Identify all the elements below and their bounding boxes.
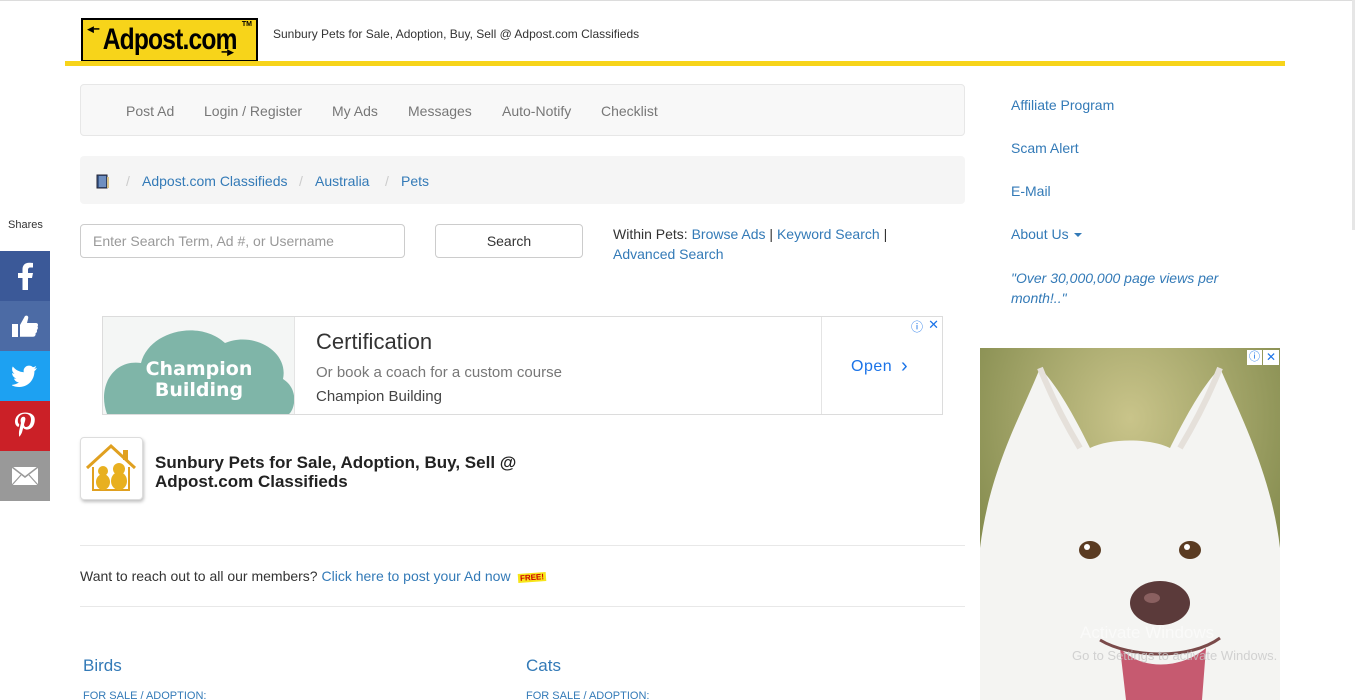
category-cats[interactable]: Cats (526, 656, 561, 676)
pinterest-icon (15, 412, 35, 437)
breadcrumb-pets[interactable]: Pets (401, 173, 429, 189)
ad-close-icon[interactable]: ✕ (928, 317, 939, 333)
twitter-share-button[interactable] (0, 351, 50, 401)
category-cats-sub[interactable]: FOR SALE / ADOPTION: (526, 690, 649, 700)
category-birds-sub[interactable]: FOR SALE / ADOPTION: (83, 690, 206, 700)
breadcrumb-separator: / (299, 173, 303, 189)
search-button[interactable]: Search (435, 224, 583, 258)
facebook-share-button[interactable] (0, 251, 50, 301)
twitter-icon (12, 365, 37, 387)
link-separator: | (769, 226, 774, 242)
logo-arrow-left-icon: ◀━ (87, 24, 100, 34)
nav-my-ads[interactable]: My Ads (332, 103, 378, 119)
affiliate-program-link[interactable]: Affiliate Program (1011, 97, 1114, 113)
nav-login-register[interactable]: Login / Register (204, 103, 302, 119)
breadcrumb-australia[interactable]: Australia (315, 173, 369, 189)
about-us-dropdown[interactable]: About Us (1011, 226, 1082, 242)
ad-title[interactable]: Certification (316, 329, 432, 355)
divider (80, 545, 965, 546)
ad-subtitle: Or book a coach for a custom course (316, 364, 562, 381)
logo-trademark: TM (241, 21, 252, 28)
browse-ads-link[interactable]: Browse Ads (692, 226, 766, 242)
window-top-border (0, 0, 1355, 3)
thumbs-up-icon (12, 315, 38, 337)
divider (80, 606, 965, 607)
ad-open-button[interactable]: Open (851, 358, 892, 376)
email-link[interactable]: E-Mail (1011, 183, 1051, 199)
reach-text: Want to reach out to all our members? (80, 568, 318, 584)
envelope-icon (11, 466, 39, 486)
dog-ad-info-icon[interactable]: ⓘ (1247, 350, 1262, 365)
header-tagline: Sunbury Pets for Sale, Adoption, Buy, Se… (273, 27, 640, 41)
nav-checklist[interactable]: Checklist (601, 103, 658, 119)
breadcrumb-separator: / (126, 173, 130, 189)
email-share-button[interactable] (0, 451, 50, 501)
house-pets-icon (85, 443, 137, 491)
search-input[interactable] (80, 224, 405, 258)
like-button[interactable] (0, 301, 50, 351)
header-divider (65, 61, 1285, 66)
logo-text: Adpost.com (102, 23, 238, 56)
within-pets-links: Within Pets: Browse Ads | Keyword Search… (613, 224, 943, 264)
keyword-search-link[interactable]: Keyword Search (777, 226, 880, 242)
nav-post-ad[interactable]: Post Ad (126, 103, 174, 119)
chevron-right-icon[interactable]: › (901, 355, 908, 378)
breadcrumb: / Adpost.com Classifieds / Australia / P… (80, 156, 965, 204)
category-birds[interactable]: Birds (83, 656, 122, 676)
pets-category-icon (80, 437, 143, 500)
cloud-logo-icon: Champion Building (103, 317, 294, 414)
about-us-label: About Us (1011, 226, 1069, 242)
ad-brand: Champion Building (316, 388, 442, 405)
post-ad-link[interactable]: Click here to post your Ad now (321, 568, 510, 584)
breadcrumb-adpost-classifieds[interactable]: Adpost.com Classifieds (142, 173, 288, 189)
advanced-search-link[interactable]: Advanced Search (613, 246, 724, 262)
ad-divider (821, 317, 822, 414)
ad-image: Champion Building (103, 317, 295, 414)
ad-image-text-1: Champion (146, 358, 253, 380)
page-title: Sunbury Pets for Sale, Adoption, Buy, Se… (155, 453, 517, 491)
main-navbar: Post Ad Login / Register My Ads Messages… (80, 84, 965, 136)
adpost-logo[interactable]: ◀━ Adpost.com TM ━▶ (81, 18, 258, 62)
ad-info-icon[interactable]: ⓘ (911, 318, 923, 335)
pinterest-share-button[interactable] (0, 401, 50, 451)
caret-down-icon (1073, 233, 1082, 238)
activate-windows-subtext: Go to Settings to activate Windows. (1072, 648, 1278, 663)
scam-alert-link[interactable]: Scam Alert (1011, 140, 1079, 156)
within-label: Within Pets: (613, 226, 688, 242)
nav-messages[interactable]: Messages (408, 103, 472, 119)
post-ad-prompt: Want to reach out to all our members? Cl… (80, 568, 547, 584)
link-separator: | (883, 226, 888, 242)
logo-arrow-right-icon: ━▶ (221, 47, 234, 57)
facebook-icon (18, 262, 33, 290)
breadcrumb-separator: / (385, 173, 389, 189)
free-badge: FREE! (518, 571, 547, 583)
book-icon[interactable] (96, 174, 110, 189)
nav-auto-notify[interactable]: Auto-Notify (502, 103, 571, 119)
ad-image-text-2: Building (155, 379, 243, 401)
shares-label: Shares (8, 219, 43, 231)
dog-ad-close-icon[interactable]: ✕ (1263, 350, 1279, 365)
ad-banner[interactable]: Champion Building Certification Or book … (102, 316, 943, 415)
activate-windows-watermark: Activate Windows (1080, 623, 1215, 642)
page-views-quote: "Over 30,000,000 page views per month!..… (1011, 270, 1219, 306)
